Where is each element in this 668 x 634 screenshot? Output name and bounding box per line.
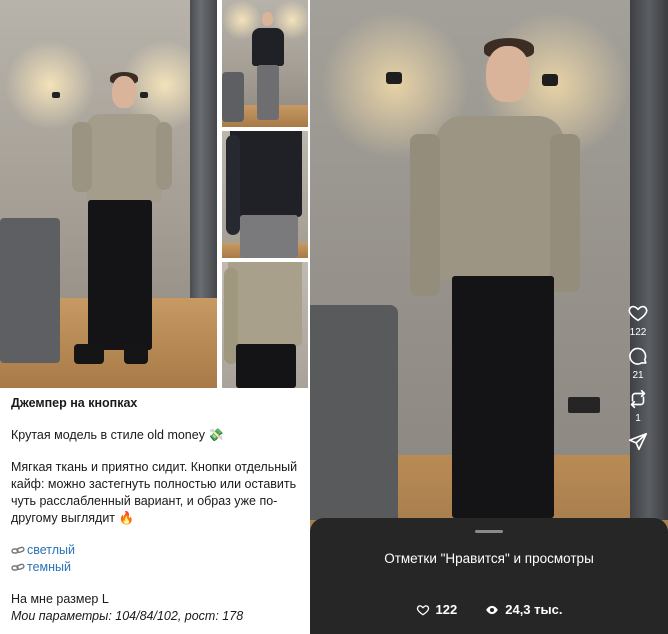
post-title: Джемпер на кнопках [11,396,138,410]
heart-icon [416,604,429,615]
comment-action[interactable]: 21 [627,345,649,388]
size-text: На мне размер L [11,592,109,606]
link-item[interactable]: светлый [11,542,303,559]
link-item[interactable]: темный [11,559,303,576]
post-paragraph: Мягкая ткань и приятно сидит. Кнопки отд… [11,460,298,525]
model-figure [410,38,580,518]
model-figure [222,262,308,388]
eye-icon [486,605,499,614]
likes-stat: 122 [416,602,458,617]
link-dark[interactable]: темный [27,559,71,576]
sheet-stats: 122 24,3 тыс. [310,602,668,617]
post-photo-thumbnail[interactable] [222,262,308,388]
params-text: Мои параметры: 104/84/102, рост: 178 [11,609,244,623]
link-light[interactable]: светлый [27,542,75,559]
model-figure [70,72,172,372]
post-main-photo[interactable] [0,0,217,388]
repost-count: 1 [635,413,641,424]
post-photo-thumbnail[interactable] [222,0,308,127]
link-icon [11,563,25,571]
post-links: светлый темный [11,542,303,576]
post-paragraph: Крутая модель в стиле old money 💸 [11,428,225,442]
views-value: 24,3 тыс. [505,602,563,617]
share-action[interactable] [627,431,649,474]
post-photo-thumbnail[interactable] [222,131,308,258]
comment-count: 21 [632,370,644,381]
send-icon[interactable] [627,431,649,453]
reel-video[interactable]: 122 21 1 Отметки "Нравится" и просмотры … [310,0,668,634]
comment-icon[interactable] [627,345,649,367]
link-icon [11,546,25,554]
reel-actions: 122 21 1 [620,302,656,474]
post-caption: Джемпер на кнопках Крутая модель в стиле… [11,395,303,625]
repost-icon[interactable] [627,388,649,410]
likes-value: 122 [435,602,458,617]
views-stat: 24,3 тыс. [485,602,562,617]
post-card: Джемпер на кнопках Крутая модель в стиле… [0,0,310,634]
model-figure [248,10,288,125]
model-figure [222,131,308,258]
likes-views-sheet: Отметки "Нравится" и просмотры 122 24,3 … [310,518,668,634]
sheet-drag-handle[interactable] [475,530,503,533]
sheet-title: Отметки "Нравится" и просмотры [384,551,594,566]
like-count: 122 [629,327,647,338]
like-action[interactable]: 122 [627,302,649,345]
repost-action[interactable]: 1 [627,388,649,431]
heart-icon[interactable] [627,302,649,324]
